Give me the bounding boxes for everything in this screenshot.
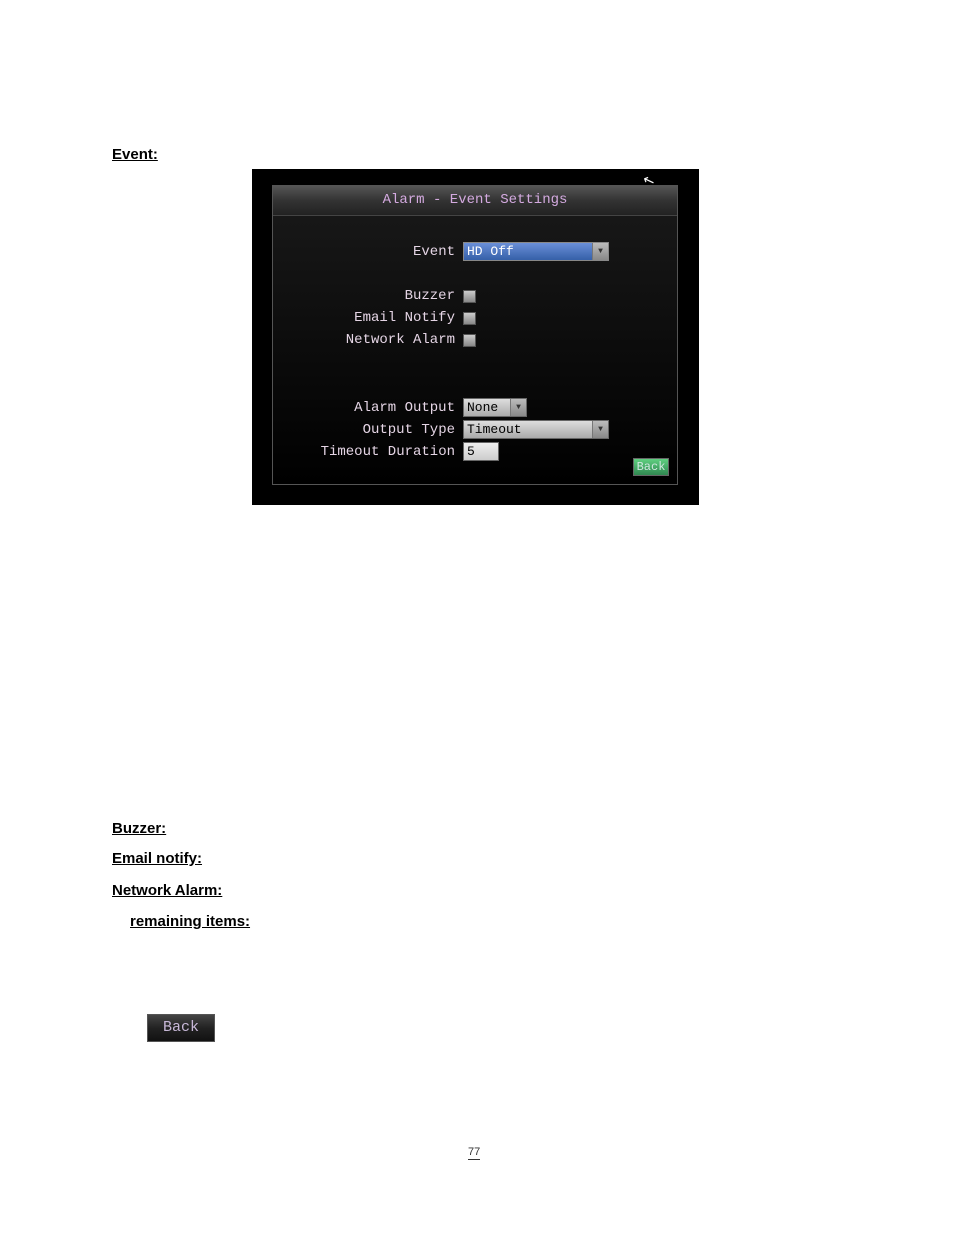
select-event[interactable]: HD Off ▼ [463,242,609,261]
page-number: 77 [468,1146,480,1160]
select-output-type[interactable]: Timeout ▼ [463,420,609,439]
dialog-title: Alarm - Event Settings [273,186,677,216]
row-network-alarm: Network Alarm [273,332,476,348]
chevron-down-icon: ▼ [592,421,608,438]
checkbox-buzzer[interactable] [463,290,476,303]
label-event: Event [273,244,463,260]
select-event-value: HD Off [467,244,514,259]
dialog-alarm-event-settings: Alarm - Event Settings Event HD Off ▼ Bu… [272,185,678,485]
label-email-notify: Email Notify [273,310,463,326]
back-button-standalone[interactable]: Back [147,1014,215,1042]
input-timeout-duration[interactable]: 5 [463,442,499,461]
section-heading-remaining: remaining items: [130,913,250,930]
section-heading-network: Network Alarm: [112,882,222,899]
chevron-down-icon: ▼ [510,399,526,416]
row-output-type: Output Type Timeout ▼ [273,420,609,439]
screenshot-container: ↖ Alarm - Event Settings Event HD Off ▼ … [252,169,699,505]
select-output-type-value: Timeout [467,422,522,437]
section-heading-email: Email notify: [112,850,202,867]
row-event: Event HD Off ▼ [273,242,609,261]
checkbox-email-notify[interactable] [463,312,476,325]
section-heading-buzzer: Buzzer: [112,820,166,837]
row-timeout-duration: Timeout Duration 5 [273,442,499,461]
select-alarm-output[interactable]: None ▼ [463,398,527,417]
label-output-type: Output Type [273,422,463,438]
row-buzzer: Buzzer [273,288,476,304]
label-network-alarm: Network Alarm [273,332,463,348]
select-alarm-output-value: None [467,400,498,415]
checkbox-network-alarm[interactable] [463,334,476,347]
label-alarm-output: Alarm Output [273,400,463,416]
back-button[interactable]: Back [633,458,669,476]
label-timeout-duration: Timeout Duration [273,444,463,460]
label-buzzer: Buzzer [273,288,463,304]
section-heading-event: Event: [112,146,158,163]
row-email-notify: Email Notify [273,310,476,326]
chevron-down-icon: ▼ [592,243,608,260]
row-alarm-output: Alarm Output None ▼ [273,398,527,417]
